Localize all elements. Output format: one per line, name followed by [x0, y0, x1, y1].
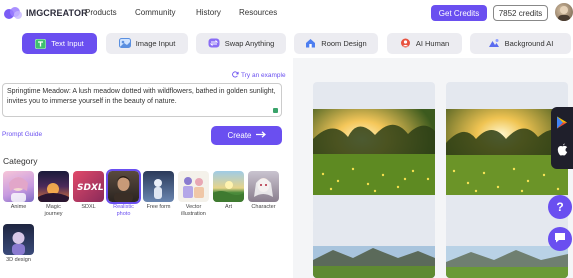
tab-label: Background AI: [504, 39, 554, 48]
category-item-vector-illustration[interactable]: Vector illustration: [178, 171, 209, 218]
tab-swap-anything[interactable]: Swap Anything: [196, 33, 286, 54]
apple-icon[interactable]: [557, 142, 568, 161]
create-button[interactable]: Create: [211, 126, 282, 145]
get-credits-button[interactable]: Get Credits: [431, 5, 487, 21]
magic-journey-thumbnail: [38, 171, 69, 202]
category-item-anime[interactable]: Anime: [3, 171, 34, 211]
category-item-free-form[interactable]: Free form: [143, 171, 174, 211]
nav-history[interactable]: History: [196, 8, 221, 17]
meadow-image: [313, 109, 435, 195]
anime-thumbnail: [3, 171, 34, 202]
try-example-label: Try an example: [241, 72, 286, 79]
tab-label: AI Human: [415, 39, 450, 48]
background-icon: [488, 38, 500, 50]
image-input-icon: [118, 37, 131, 50]
tab-ai-human[interactable]: AI Human: [387, 33, 462, 54]
landscape-image: [313, 246, 435, 278]
question-icon: ?: [556, 200, 564, 214]
tab-label: Text Input: [51, 39, 84, 48]
category-item-art[interactable]: Art: [213, 171, 244, 211]
prompt-guide-link[interactable]: Prompt Guide: [2, 131, 42, 138]
tab-label: Room Design: [321, 39, 367, 48]
vector-illustration-thumbnail: [178, 171, 209, 202]
google-play-icon[interactable]: [556, 116, 568, 134]
category-label: SDXL: [81, 204, 96, 210]
tab-text-input[interactable]: Text Input: [22, 33, 97, 54]
result-gallery: [293, 58, 573, 278]
prompt-textarea[interactable]: Springtime Meadow: A lush meadow dotted …: [2, 83, 282, 117]
logo-text: IMGCREATOR: [26, 8, 88, 18]
create-label: Create: [227, 131, 252, 140]
chat-icon: [554, 230, 566, 248]
meadow-image: [446, 109, 568, 195]
room-icon: [305, 38, 316, 50]
credits-count-badge: 7852 credits: [493, 5, 548, 21]
tab-label: Swap Anything: [224, 39, 275, 48]
category-item-character[interactable]: Character: [248, 171, 279, 211]
category-item-3d-design[interactable]: 3D design: [3, 224, 34, 264]
help-button[interactable]: ?: [548, 195, 572, 219]
top-header: IMGCREATOR Products Community History Re…: [0, 0, 573, 26]
prompt-text: Springtime Meadow: A lush meadow dotted …: [7, 88, 276, 105]
text-input-icon: [35, 38, 47, 49]
svg-text:SDXL: SDXL: [77, 183, 104, 193]
landscape-image: [446, 246, 568, 278]
chat-button[interactable]: [548, 227, 572, 251]
realistic-photo-thumbnail: [106, 169, 141, 204]
art-thumbnail: [213, 171, 244, 202]
category-item-sdxl[interactable]: SDXL SDXL: [73, 171, 104, 211]
category-label: Art: [224, 204, 233, 210]
category-label: Character: [251, 204, 276, 210]
gallery-card[interactable]: [313, 218, 435, 278]
category-label: Free form: [146, 204, 171, 210]
category-label: 3D design: [6, 257, 31, 263]
try-example-link[interactable]: Try an example: [232, 71, 286, 80]
gallery-card[interactable]: [446, 218, 568, 278]
swap-icon: [208, 38, 220, 50]
tab-background-ai[interactable]: Background AI: [470, 33, 571, 54]
mode-tabs: Text Input Image Input Swap Anything Roo…: [22, 33, 573, 55]
nav-products[interactable]: Products: [85, 8, 117, 17]
category-item-magic-journey[interactable]: Magic journey: [38, 171, 69, 218]
resize-grip-icon[interactable]: [273, 108, 278, 113]
ai-human-icon: [400, 38, 411, 50]
tab-image-input[interactable]: Image Input: [106, 33, 188, 54]
3d-design-thumbnail: [3, 224, 34, 255]
app-download-panel: [551, 107, 573, 169]
category-label: Anime: [10, 204, 27, 210]
arrow-right-icon: [255, 131, 266, 140]
category-heading: Category: [3, 156, 38, 166]
nav-community[interactable]: Community: [135, 8, 175, 17]
tab-room-design[interactable]: Room Design: [294, 33, 378, 54]
tab-label: Image Input: [135, 39, 176, 48]
gallery-card[interactable]: [313, 82, 435, 223]
character-thumbnail: [248, 171, 279, 202]
sdxl-thumbnail: SDXL: [73, 171, 104, 202]
nav-resources[interactable]: Resources: [239, 8, 277, 17]
category-label: Magic journey: [44, 204, 63, 217]
logo[interactable]: IMGCREATOR: [3, 6, 88, 20]
category-label: Realistic photo: [113, 204, 134, 217]
category-item-realistic-photo[interactable]: Realistic photo: [106, 169, 141, 218]
logo-mark-icon: [3, 6, 23, 20]
category-label: Vector illustration: [181, 204, 206, 217]
free-form-thumbnail: [143, 171, 174, 202]
refresh-icon: [232, 71, 239, 80]
avatar[interactable]: [555, 3, 573, 21]
